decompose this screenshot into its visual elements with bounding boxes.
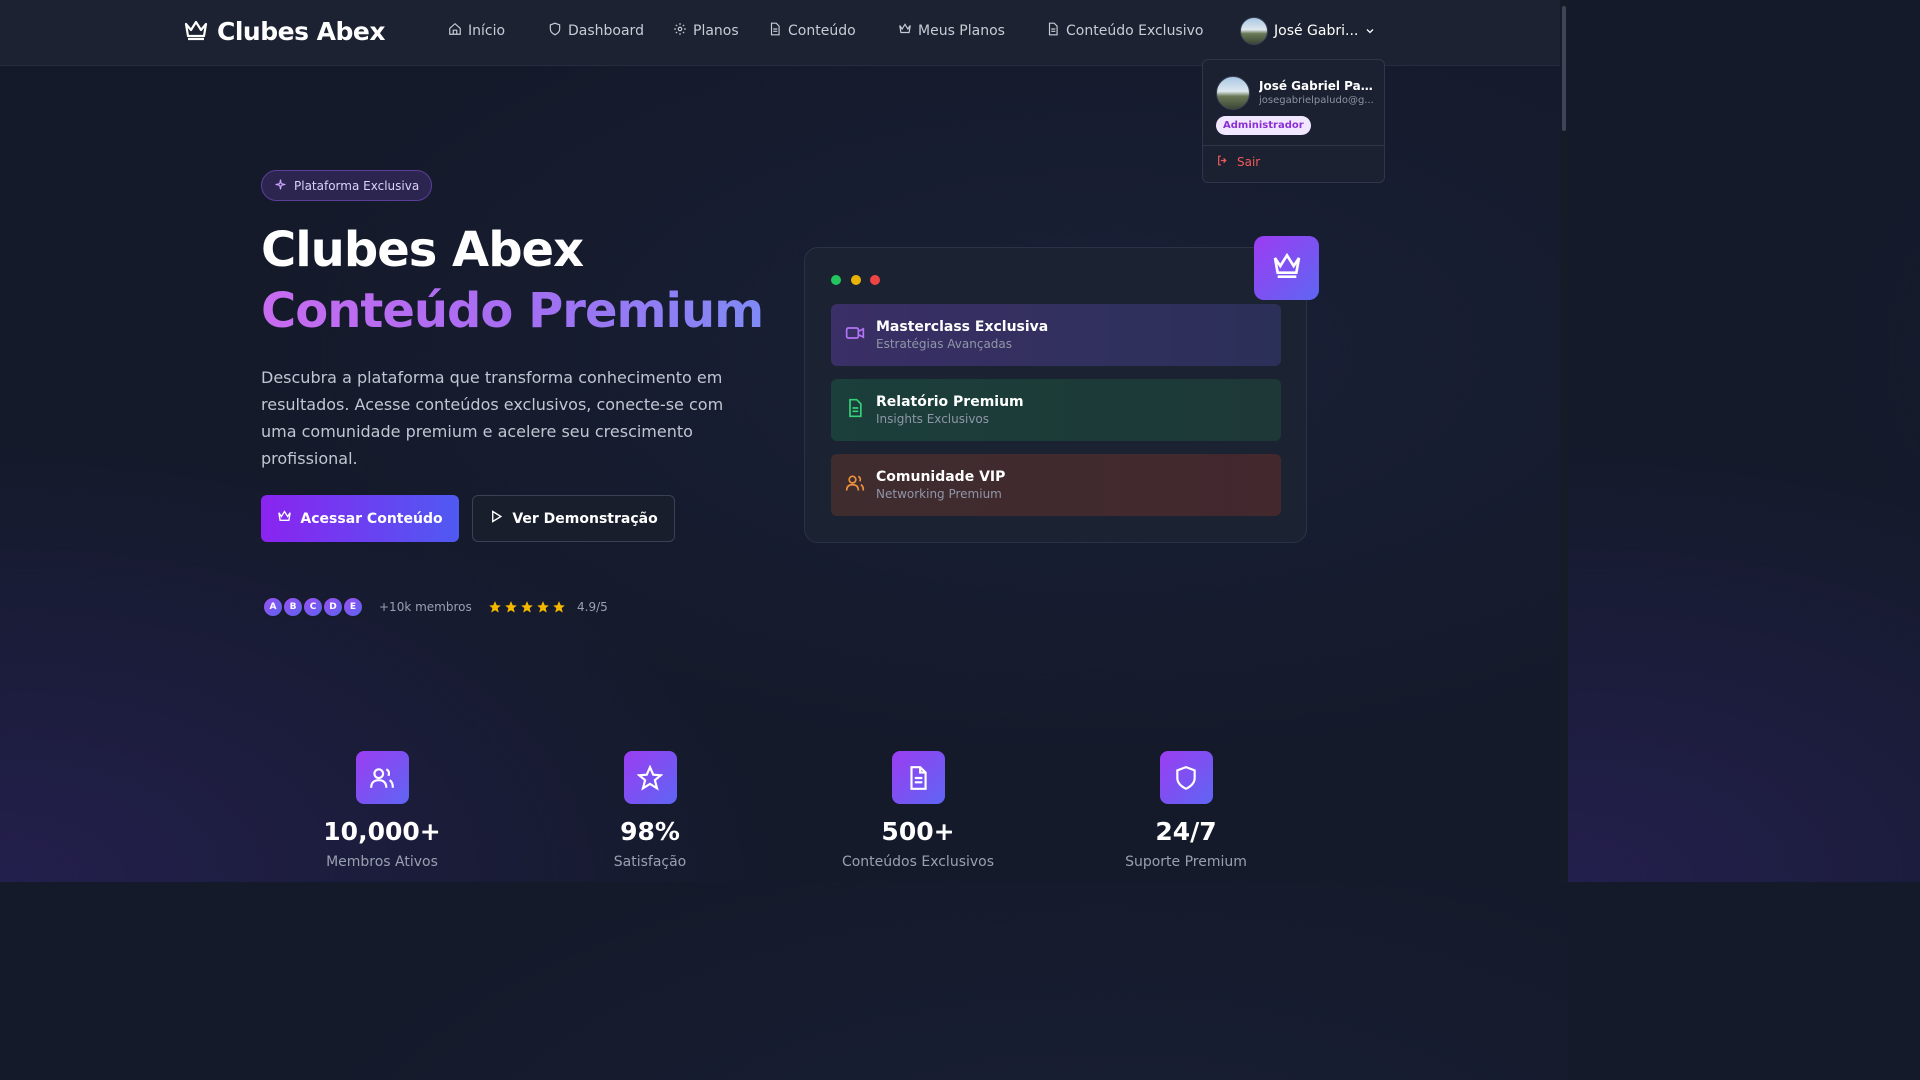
nav-label: Conteúdo bbox=[788, 23, 856, 39]
dropdown-divider bbox=[1203, 145, 1384, 146]
nav-label: Início bbox=[468, 23, 506, 39]
member-avatars: A B C D E bbox=[262, 596, 364, 618]
nav-label: Meus Planos bbox=[918, 23, 1005, 39]
nav-item-planos[interactable]: Planos bbox=[673, 22, 739, 40]
gear-icon bbox=[673, 22, 687, 40]
member-avatar: D bbox=[322, 596, 344, 618]
stat-value: 24/7 bbox=[1155, 817, 1217, 846]
view-demo-button[interactable]: Ver Demonstração bbox=[472, 495, 675, 542]
scrollbar-thumb[interactable] bbox=[1562, 6, 1566, 131]
button-label: Ver Demonstração bbox=[512, 510, 658, 527]
avatar bbox=[1216, 76, 1250, 110]
stat-value: 98% bbox=[620, 817, 680, 846]
card-relatorio[interactable]: Relatório Premium Insights Exclusivos bbox=[831, 379, 1281, 441]
nav-label: Planos bbox=[693, 23, 739, 39]
card-title: Comunidade VIP bbox=[876, 469, 1006, 485]
nav-item-conteudo-exclusivo[interactable]: Conteúdo Exclusivo bbox=[1046, 22, 1203, 40]
star-icon bbox=[505, 601, 517, 613]
brand-logo[interactable]: Clubes Abex bbox=[183, 17, 385, 46]
card-subtitle: Estratégias Avançadas bbox=[876, 337, 1013, 351]
rating-value: 4.9/5 bbox=[577, 600, 608, 614]
window-dot-green bbox=[831, 275, 841, 285]
stat-value: 500+ bbox=[881, 817, 955, 846]
nav-item-dashboard[interactable]: Dashboard bbox=[548, 22, 644, 40]
access-content-button[interactable]: Acessar Conteúdo bbox=[261, 495, 459, 542]
stat-label: Membros Ativos bbox=[326, 854, 438, 870]
window-dot-yellow bbox=[851, 275, 861, 285]
dropdown-user-email: josegabrielpaludo@g... bbox=[1259, 95, 1374, 106]
stat-support: 24/7 Suporte Premium bbox=[1086, 751, 1286, 870]
logout-label: Sair bbox=[1237, 155, 1261, 169]
video-icon bbox=[845, 323, 865, 347]
badge-label: Plataforma Exclusiva bbox=[294, 178, 420, 193]
crown-icon bbox=[1271, 250, 1303, 286]
window-dot-red bbox=[870, 275, 880, 285]
button-label: Acessar Conteúdo bbox=[300, 510, 443, 527]
card-title: Masterclass Exclusiva bbox=[876, 319, 1049, 335]
hero-description: Descubra a plataforma que transforma con… bbox=[261, 368, 724, 468]
star-icon bbox=[537, 601, 549, 613]
card-subtitle: Insights Exclusivos bbox=[876, 412, 990, 426]
crown-icon bbox=[183, 18, 209, 46]
nav-label: Dashboard bbox=[568, 23, 644, 39]
star-icon bbox=[553, 601, 565, 613]
brand-name: Clubes Abex bbox=[217, 17, 385, 46]
document-icon bbox=[845, 398, 865, 422]
home-icon bbox=[448, 22, 462, 40]
users-icon bbox=[355, 751, 409, 804]
rating-stars bbox=[488, 600, 566, 614]
document-icon bbox=[891, 751, 945, 804]
stat-label: Suporte Premium bbox=[1125, 854, 1247, 870]
card-subtitle: Networking Premium bbox=[876, 487, 1002, 501]
card-title: Relatório Premium bbox=[876, 394, 1024, 410]
logout-button[interactable]: Sair bbox=[1216, 154, 1260, 170]
avatar bbox=[1240, 17, 1268, 45]
nav-item-conteudo[interactable]: Conteúdo bbox=[768, 22, 856, 40]
role-badge: Administrador bbox=[1216, 116, 1311, 135]
star-icon bbox=[623, 751, 677, 804]
card-masterclass[interactable]: Masterclass Exclusiva Estratégias Avança… bbox=[831, 304, 1281, 366]
stat-contents: 500+ Conteúdos Exclusivos bbox=[818, 751, 1018, 870]
members-count: +10k membros bbox=[379, 600, 472, 614]
hero-subtitle: Conteúdo Premium bbox=[261, 283, 764, 339]
star-icon bbox=[521, 601, 533, 613]
nav-label: Conteúdo Exclusivo bbox=[1066, 23, 1204, 39]
member-avatar: E bbox=[342, 596, 364, 618]
user-menu-toggle[interactable]: José Gabri... bbox=[1240, 17, 1376, 45]
shield-icon bbox=[1159, 751, 1213, 804]
page-scrollbar[interactable] bbox=[1560, 0, 1568, 882]
stat-members: 10,000+ Membros Ativos bbox=[282, 751, 482, 870]
chevron-down-icon bbox=[1364, 22, 1376, 41]
preview-window: Masterclass Exclusiva Estratégias Avança… bbox=[804, 247, 1307, 543]
crown-tile bbox=[1254, 236, 1319, 300]
star-icon bbox=[489, 601, 501, 613]
card-comunidade[interactable]: Comunidade VIP Networking Premium bbox=[831, 454, 1281, 516]
document-icon bbox=[768, 22, 782, 40]
member-avatar: C bbox=[302, 596, 324, 618]
dropdown-user-name: José Gabriel Palu... bbox=[1259, 79, 1375, 93]
nav-item-inicio[interactable]: Início bbox=[448, 22, 505, 40]
users-icon bbox=[845, 473, 865, 497]
crown-icon bbox=[277, 509, 292, 528]
stat-label: Conteúdos Exclusivos bbox=[841, 854, 995, 870]
stat-value: 10,000+ bbox=[323, 817, 441, 846]
user-dropdown: José Gabriel Palu... josegabrielpaludo@g… bbox=[1202, 59, 1385, 183]
platform-badge: Plataforma Exclusiva bbox=[261, 170, 433, 201]
crown-icon bbox=[898, 22, 912, 40]
user-short-name: José Gabri... bbox=[1274, 23, 1359, 39]
member-avatar: B bbox=[282, 596, 304, 618]
logout-icon bbox=[1216, 154, 1229, 170]
document-icon bbox=[1046, 22, 1060, 40]
member-avatar: A bbox=[262, 596, 284, 618]
stat-satisfaction: 98% Satisfação bbox=[550, 751, 750, 870]
top-navbar: Clubes Abex Início Dashboard Planos Cont… bbox=[0, 0, 1560, 66]
shield-icon bbox=[548, 22, 562, 40]
play-icon bbox=[489, 509, 504, 528]
nav-item-meus-planos[interactable]: Meus Planos bbox=[898, 22, 1005, 40]
sparkle-icon bbox=[274, 178, 287, 194]
stat-label: Satisfação bbox=[613, 854, 687, 870]
hero-title: Clubes Abex bbox=[261, 222, 584, 278]
